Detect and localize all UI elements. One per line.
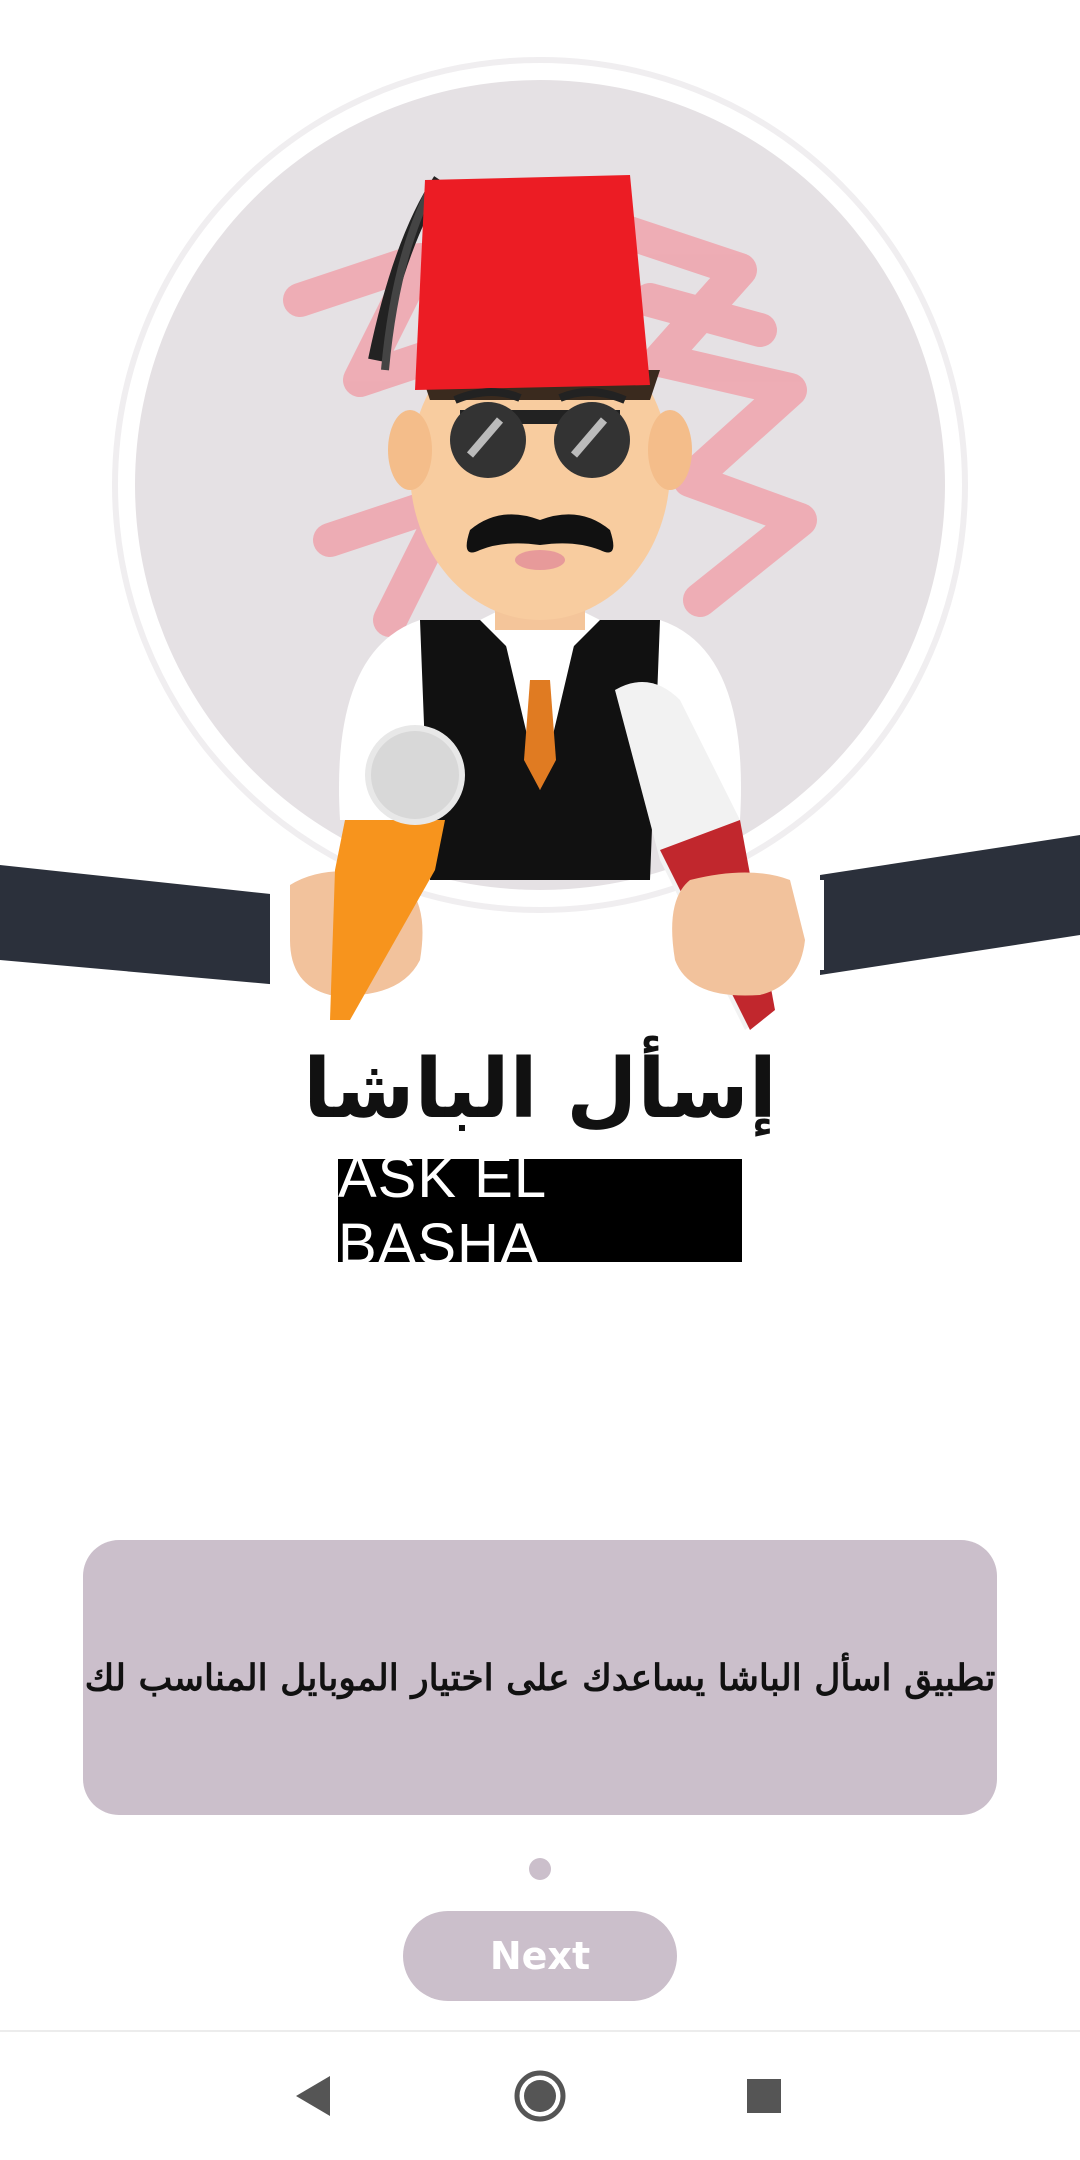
intro-description-card: تطبيق اسأل الباشا يساعدك على اختيار المو… (83, 1540, 997, 1815)
intro-description-text: تطبيق اسأل الباشا يساعدك على اختيار المو… (84, 1656, 996, 1699)
back-icon[interactable] (282, 2064, 346, 2128)
home-icon[interactable] (508, 2064, 572, 2128)
app-title-english: ASK EL BASHA (338, 1145, 742, 1277)
app-title-arabic: إسأل الباشا (303, 1042, 777, 1137)
next-button[interactable]: Next (403, 1911, 677, 2001)
basha-character-illustration (0, 57, 1080, 1030)
hero-illustration (0, 0, 1080, 1040)
page-indicator-dot (529, 1858, 551, 1880)
system-navigation-bar (0, 2032, 1080, 2160)
recent-apps-icon[interactable] (732, 2064, 796, 2128)
